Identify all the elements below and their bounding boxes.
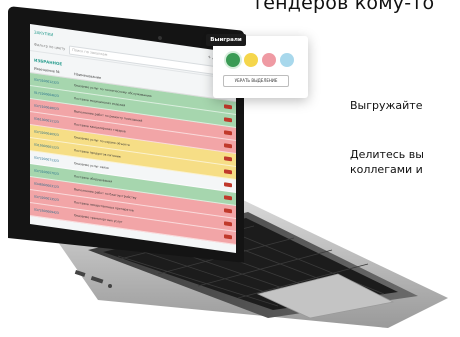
row-number[interactable]: 0372100048023 (34, 104, 74, 114)
app-title[interactable]: ЗАКУПКИ (34, 29, 53, 37)
row-tag (224, 130, 232, 136)
swatch-blue[interactable] (280, 53, 294, 67)
camera-icon (158, 35, 162, 41)
row-number[interactable]: 0373100057023 (34, 169, 74, 179)
swatch-green[interactable] (226, 53, 240, 67)
row-number[interactable]: 0361300011123 (34, 117, 74, 127)
row-tag (224, 208, 232, 214)
row-tag (224, 156, 232, 162)
table-body: 0373100012323 Оказание услуг по техническ… (30, 73, 236, 245)
row-tag (224, 195, 232, 201)
row-number[interactable]: 0172200004623 (34, 91, 74, 101)
row-number[interactable]: 0319300001223 (34, 143, 74, 153)
row-tag (224, 143, 232, 149)
won-button[interactable]: Выиграли (206, 34, 246, 46)
row-tag (224, 117, 232, 123)
screen: ЗАКУПКИ + добавить Фильтр по цвету Поиск… (30, 24, 236, 253)
swatch-yellow[interactable] (244, 53, 258, 67)
swatch-red[interactable] (262, 53, 276, 67)
row-number[interactable]: 0373200013523 (34, 195, 74, 205)
row-number[interactable]: 0372500009423 (34, 208, 74, 218)
row-number[interactable]: 0372200071323 (34, 156, 74, 166)
row-number[interactable]: 0373100012323 (34, 78, 74, 88)
color-popup: Выиграли УБРАТЬ ВЫДЕЛЕНИЕ (206, 34, 308, 98)
laptop: ЗАКУПКИ + добавить Фильтр по цвету Поиск… (0, 0, 460, 337)
row-number[interactable]: 0348300003123 (34, 182, 74, 192)
row-tag (224, 234, 232, 240)
row-tag (224, 182, 232, 188)
row-tag (224, 104, 232, 110)
row-tag (224, 221, 232, 227)
row-number[interactable]: 0373200040923 (34, 130, 74, 140)
row-tag (224, 169, 232, 175)
clear-highlight-button[interactable]: УБРАТЬ ВЫДЕЛЕНИЕ (223, 75, 289, 87)
filter-label: Фильтр по цвету (34, 42, 66, 51)
color-swatches (226, 53, 294, 67)
